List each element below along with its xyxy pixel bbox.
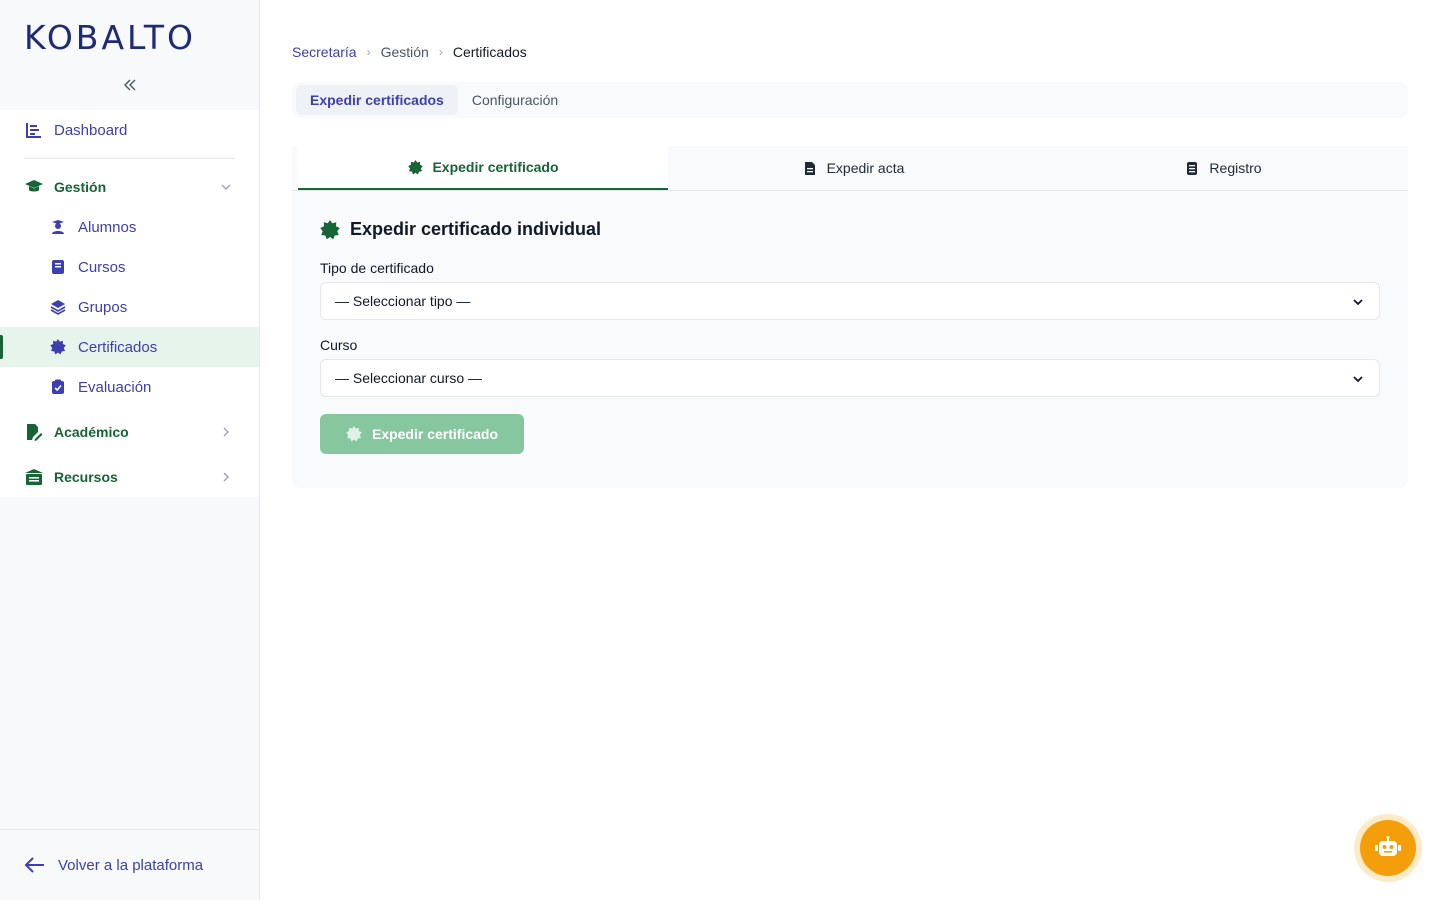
- certificate-icon: [346, 426, 362, 442]
- back-label: Volver a la plataforma: [58, 856, 204, 874]
- tipo-certificado-value: — Seleccionar tipo —: [335, 293, 471, 309]
- chevron-down-icon: [1353, 299, 1363, 306]
- tab-expedir-certificados[interactable]: Expedir certificados: [296, 85, 458, 115]
- logo: KOBALTO: [24, 18, 196, 57]
- button-label: Expedir certificado: [371, 426, 499, 442]
- tab-configuracion[interactable]: Configuración: [458, 85, 572, 115]
- graduation-cap-icon: [24, 177, 44, 197]
- sidebar-item-cursos[interactable]: Cursos: [0, 247, 259, 287]
- robot-icon: [1375, 836, 1401, 856]
- chart-icon: [24, 120, 44, 140]
- file-icon: [802, 160, 818, 176]
- archive-icon: [24, 467, 44, 487]
- sidebar-group-gestion[interactable]: Gestión: [0, 167, 259, 207]
- breadcrumb: Secretaría › Gestión › Certificados: [292, 44, 527, 60]
- sidebar-item-label: Evaluación: [78, 378, 152, 396]
- certificate-form: Expedir certificado individual Tipo de c…: [292, 191, 1408, 454]
- chevron-right-icon: ›: [366, 45, 371, 59]
- arrow-left-icon: [24, 857, 44, 873]
- sidebar-item-label: Certificados: [78, 338, 158, 356]
- form-title: Expedir certificado individual: [320, 219, 1380, 240]
- breadcrumb-mid: Gestión: [380, 44, 429, 60]
- sidebar-item-label: Dashboard: [54, 121, 128, 139]
- certificate-icon: [320, 219, 340, 239]
- tipo-certificado-select[interactable]: — Seleccionar tipo —: [320, 282, 1380, 320]
- sidebar-group-recursos[interactable]: Recursos: [0, 457, 259, 497]
- breadcrumb-root[interactable]: Secretaría: [292, 44, 357, 60]
- sidebar-item-dashboard[interactable]: Dashboard: [0, 110, 259, 150]
- breadcrumb-current: Certificados: [452, 44, 527, 60]
- sidebar-group-label: Gestión: [54, 179, 107, 195]
- sidebar-item-certificados[interactable]: Certificados: [0, 327, 259, 367]
- book-icon: [48, 257, 68, 277]
- chevron-down-icon: [1353, 376, 1363, 383]
- chevron-right-icon: ›: [438, 45, 443, 59]
- subtab-label: Registro: [1209, 160, 1262, 176]
- sidebar-group-label: Recursos: [54, 469, 118, 485]
- subtab-label: Expedir acta: [826, 160, 905, 176]
- certificate-card: Expedir certificado Expedir acta Registr…: [292, 146, 1408, 488]
- user-graduate-icon: [48, 217, 68, 237]
- chatbot-button[interactable]: [1354, 814, 1422, 882]
- certificate-icon: [407, 159, 423, 175]
- sidebar: KOBALTO Dashboard Gestión Alumnos Cursos…: [0, 0, 260, 900]
- clipboard-check-icon: [48, 377, 68, 397]
- sidebar-item-evaluacion[interactable]: Evaluación: [0, 367, 259, 407]
- subtab-label: Expedir certificado: [432, 159, 559, 175]
- sidebar-item-label: Grupos: [78, 298, 128, 316]
- top-tabs: Expedir certificados Configuración: [292, 82, 1408, 118]
- curso-value: — Seleccionar curso —: [335, 370, 483, 386]
- collapse-sidebar-button[interactable]: [120, 76, 140, 97]
- sub-tabs: Expedir certificado Expedir acta Registr…: [292, 146, 1408, 191]
- certificate-icon: [48, 337, 68, 357]
- tipo-certificado-label: Tipo de certificado: [320, 260, 434, 276]
- curso-select[interactable]: — Seleccionar curso —: [320, 359, 1380, 397]
- chevron-down-icon: [221, 184, 231, 190]
- sidebar-item-label: Cursos: [78, 258, 126, 276]
- subtab-expedir-acta[interactable]: Expedir acta: [668, 146, 1038, 190]
- register-icon: [1184, 160, 1200, 176]
- back-to-platform-link[interactable]: Volver a la plataforma: [0, 829, 259, 900]
- sidebar-item-grupos[interactable]: Grupos: [0, 287, 259, 327]
- double-chevron-left-icon: [124, 79, 136, 91]
- layers-icon: [48, 297, 68, 317]
- sidebar-item-label: Alumnos: [78, 218, 137, 236]
- pen-document-icon: [24, 422, 44, 442]
- sidebar-item-alumnos[interactable]: Alumnos: [0, 207, 259, 247]
- chatbot-button-inner: [1360, 820, 1416, 876]
- sidebar-nav: Dashboard Gestión Alumnos Cursos Grupos …: [0, 110, 259, 497]
- sidebar-group-academico[interactable]: Académico: [0, 412, 259, 452]
- chevron-right-icon: [223, 472, 229, 482]
- subtab-expedir-certificado[interactable]: Expedir certificado: [298, 146, 668, 190]
- chevron-right-icon: [223, 427, 229, 437]
- sidebar-group-label: Académico: [54, 424, 129, 440]
- curso-label: Curso: [320, 337, 358, 353]
- subtab-registro[interactable]: Registro: [1038, 146, 1408, 190]
- divider: [24, 158, 235, 159]
- expedir-certificado-button[interactable]: Expedir certificado: [320, 414, 524, 454]
- form-title-text: Expedir certificado individual: [350, 219, 602, 239]
